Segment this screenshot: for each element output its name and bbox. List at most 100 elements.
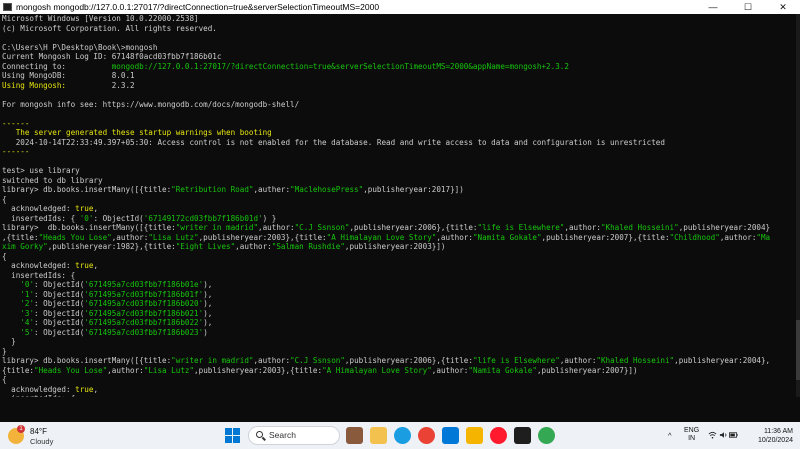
taskbar-search[interactable]: Search <box>248 426 340 445</box>
terminal-text: "Ma <box>756 232 771 242</box>
terminal-text: insertedIds: { <box>2 394 75 397</box>
vscode-icon[interactable] <box>442 427 459 444</box>
terminal-text: ,author: <box>258 223 295 232</box>
terminal-icon[interactable] <box>514 427 531 444</box>
terminal-line: } <box>2 337 796 347</box>
terminal-text: C:\Users\H P\Desktop\Book\>mongosh <box>2 42 158 52</box>
terminal-text: "A Himalayan Love Story" <box>322 365 432 375</box>
terminal-text: Using Mongosh: <box>2 80 112 90</box>
terminal-text: xim Gorky" <box>2 242 48 251</box>
terminal-text: ,publisheryear:2003},{title: <box>194 365 323 375</box>
terminal-text: ,publisheryear:1982},{title: <box>47 242 176 251</box>
terminal-text: } <box>2 346 7 356</box>
terminal-output[interactable]: Microsoft Windows [Version 10.0.22000.25… <box>2 14 796 397</box>
terminal-text: switched to db library <box>2 175 103 185</box>
terminal-text: ,author: <box>559 356 597 365</box>
terminal-text: (c) Microsoft Corporation. All rights re… <box>2 23 217 33</box>
window-title: mongosh mongodb://127.0.0.1:27017/?direc… <box>16 2 380 12</box>
terminal-text: '1' <box>20 289 35 299</box>
terminal-text: "Lisa Lutz" <box>148 232 199 242</box>
terminal-line: Using MongoDB: 8.0.1 <box>2 71 796 81</box>
chrome-alt-icon[interactable] <box>538 427 555 444</box>
terminal-line: switched to db library <box>2 176 796 186</box>
clock-time: 11:36 AM <box>763 428 793 435</box>
terminal-text: : ObjectId( <box>93 213 144 223</box>
terminal-text: true <box>75 204 94 213</box>
terminal-text: '2' <box>20 299 35 308</box>
chevron-up-icon[interactable]: ^ <box>668 431 672 440</box>
taskbar: 1 84°F Cloudy Search ^ ENG IN 11:36 AM 1… <box>0 422 800 449</box>
terminal-line: insertedIds: { <box>2 394 796 397</box>
terminal-line: Using Mongosh: 2.3.2 <box>2 81 796 91</box>
terminal-text: ,{title: <box>2 232 39 242</box>
terminal-text: ,publisheryear:2004} <box>678 223 771 232</box>
terminal-line: (c) Microsoft Corporation. All rights re… <box>2 24 796 34</box>
wifi-icon[interactable] <box>708 431 717 439</box>
scrollbar-thumb[interactable] <box>796 320 800 380</box>
notification-badge: 1 <box>17 425 25 433</box>
terminal-line: acknowledged: true, <box>2 204 796 214</box>
terminal-line: 2024-10-14T22:33:49.397+05:30: Access co… <box>2 138 796 148</box>
speaker-icon[interactable] <box>719 431 728 439</box>
close-button[interactable]: ✕ <box>766 0 800 14</box>
language-code: ENG <box>684 427 700 434</box>
files-icon[interactable] <box>466 427 483 444</box>
terminal-text: test> use library <box>2 166 80 175</box>
terminal-text: '671495a7cd03fbb7f186b01e' <box>84 280 204 289</box>
terminal-text: 2.3.2 <box>111 80 135 90</box>
terminal-text: ,author: <box>564 223 601 232</box>
region-code: IN <box>688 435 696 442</box>
terminal-line: '0': ObjectId('671495a7cd03fbb7f186b01e'… <box>2 280 796 290</box>
terminal-line: '4': ObjectId('671495a7cd03fbb7f186b022'… <box>2 318 796 328</box>
terminal-text: insertedIds: { <box>2 270 76 280</box>
terminal-text: ,author: <box>235 242 272 251</box>
terminal-line: '5': ObjectId('671495a7cd03fbb7f186b023'… <box>2 328 796 338</box>
language-indicator[interactable]: ENG IN <box>684 427 699 443</box>
weather-temperature: 84°F <box>30 427 47 436</box>
windows-start-icon[interactable] <box>225 428 240 443</box>
terminal-line: ------ <box>2 147 796 157</box>
terminal-text: ) <box>203 327 208 337</box>
clock[interactable]: 11:36 AM 10/20/2024 <box>737 427 793 445</box>
terminal-text: ,author: <box>253 356 291 365</box>
terminal-text: '0' <box>79 213 94 223</box>
terminal-line: ------ <box>2 119 796 129</box>
terminal-text: : ObjectId( <box>34 318 85 327</box>
terminal-text: { <box>2 194 7 204</box>
terminal-text: "Eight Lives" <box>175 242 236 251</box>
terminal-line: '3': ObjectId('671495a7cd03fbb7f186b021'… <box>2 309 796 319</box>
terminal-text: ,publisheryear:2006},{title: <box>349 223 478 232</box>
terminal-text: Using MongoDB: 8.0.1 <box>2 71 135 80</box>
terminal-text: ), <box>203 289 213 299</box>
maximize-button[interactable]: ☐ <box>731 0 765 14</box>
terminal-text: true <box>75 384 94 394</box>
terminal-line: acknowledged: true, <box>2 261 796 271</box>
terminal-line: insertedIds: { '0': ObjectId('67149172cd… <box>2 214 796 224</box>
terminal-app-icon <box>3 3 12 11</box>
terminal-text: ,auther: <box>253 185 291 194</box>
file-explorer-icon[interactable] <box>370 427 387 444</box>
terminal-text: "Namita Gokale" <box>468 365 537 375</box>
terminal-text: library> db.books.insertMany([{title: <box>2 356 172 365</box>
opera-icon[interactable] <box>490 427 507 444</box>
edge-icon[interactable] <box>394 427 411 444</box>
terminal-text: "Heads You Lose" <box>38 232 112 242</box>
photo-app-icon[interactable] <box>346 427 363 444</box>
terminal-text: : ObjectId( <box>34 308 85 318</box>
search-icon <box>256 431 263 438</box>
terminal-line: Microsoft Windows [Version 10.0.22000.25… <box>2 14 796 24</box>
minimize-button[interactable]: — <box>696 0 730 14</box>
terminal-line: acknowledged: true, <box>2 385 796 395</box>
terminal-text: , <box>93 204 99 213</box>
terminal-text: } <box>2 337 16 346</box>
terminal-text: "Lisa Lutz" <box>143 365 195 375</box>
terminal-text: insertedIds: { <box>2 213 80 223</box>
terminal-text: '671495a7cd03fbb7f186b022' <box>84 318 204 327</box>
title-bar: mongosh mongodb://127.0.0.1:27017/?direc… <box>0 0 800 14</box>
chrome-icon[interactable] <box>418 427 435 444</box>
